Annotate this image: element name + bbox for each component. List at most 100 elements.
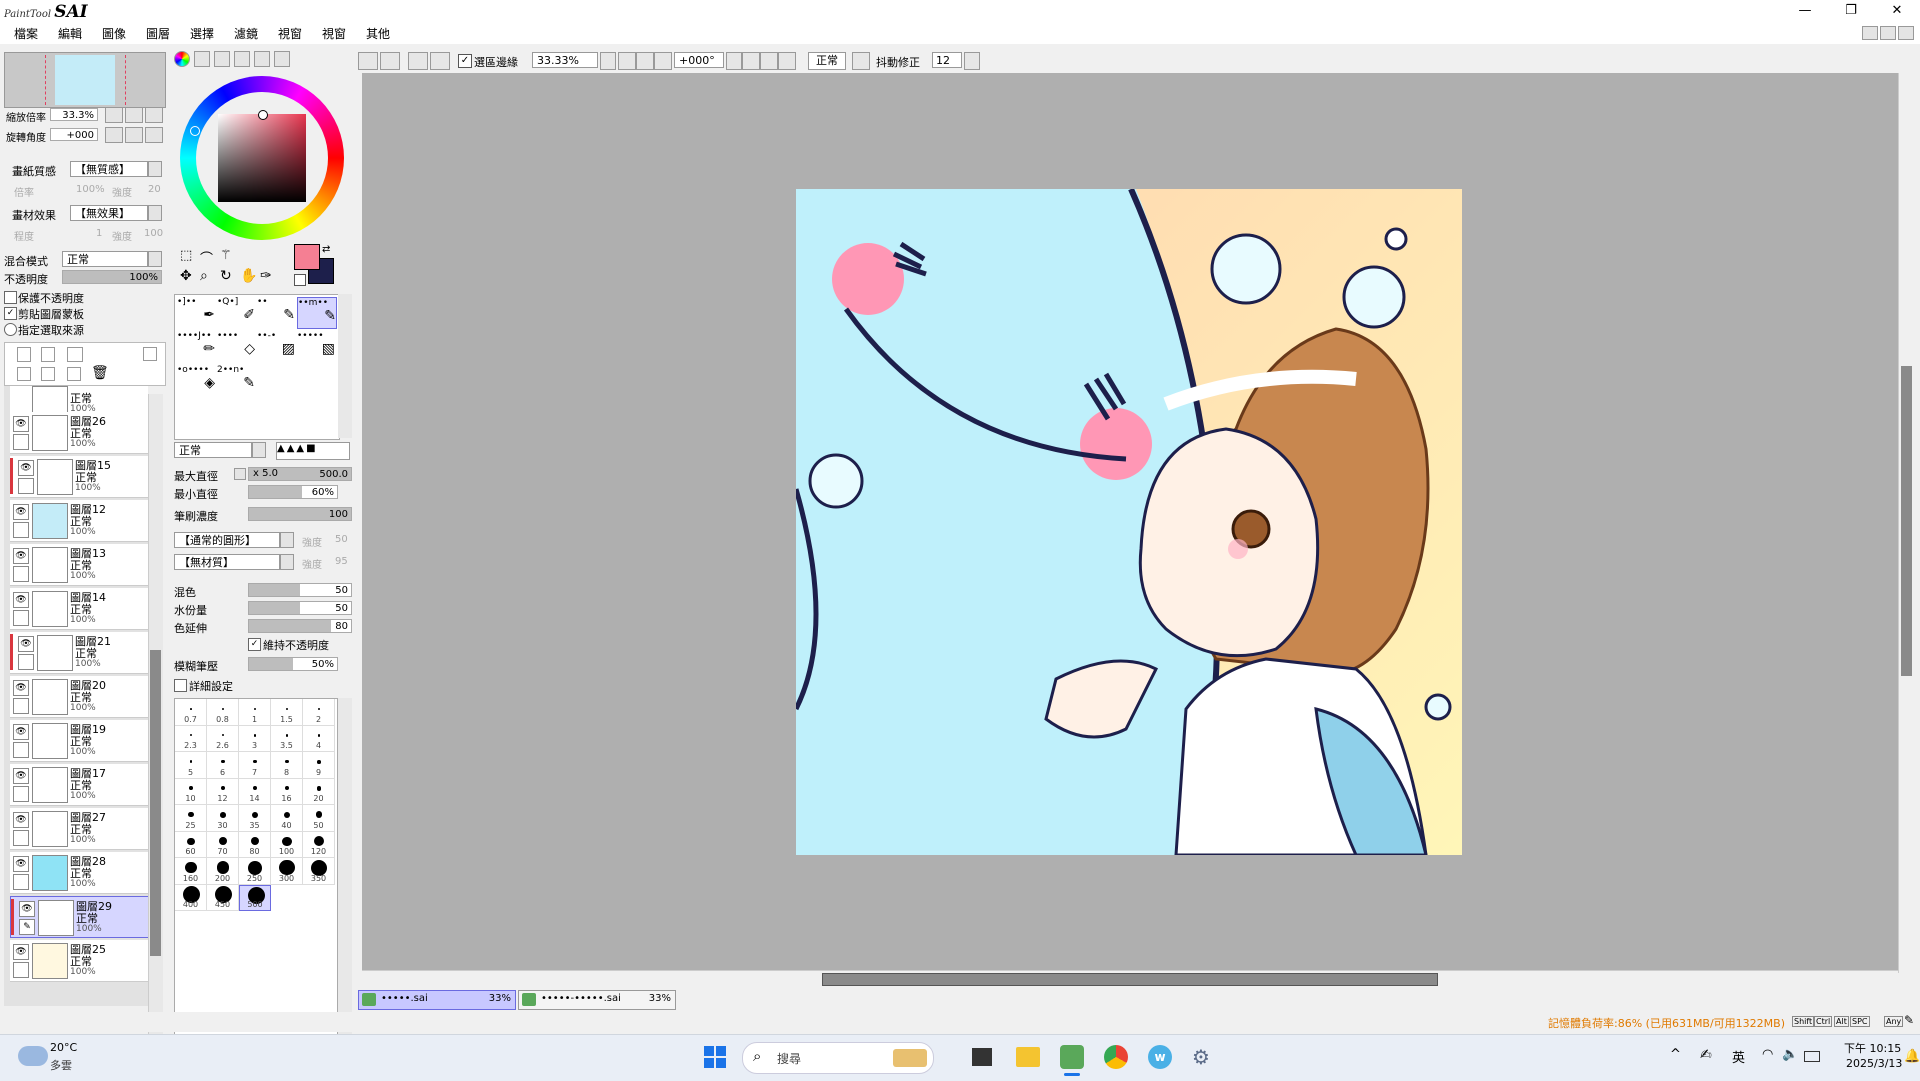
mdi-restore-button[interactable] (1880, 26, 1896, 40)
eyedropper-icon[interactable]: ✑ (260, 268, 272, 284)
nav-zoom-in-button[interactable] (125, 107, 143, 123)
magic-wand-icon[interactable]: ⚚ (220, 248, 232, 263)
menu-layer[interactable]: 圖層 (146, 25, 170, 42)
sv-square[interactable] (218, 114, 306, 202)
tool-select-eraser[interactable]: ••••• ▧ (297, 331, 335, 361)
eye-icon[interactable]: 👁 (13, 504, 29, 520)
rotation-select[interactable]: +000° (674, 52, 724, 68)
doc-tab-active[interactable]: •••••.sai 33% (358, 990, 516, 1010)
brush-size-8[interactable]: 8 (271, 752, 303, 779)
zoom-out-button[interactable] (618, 52, 636, 70)
deselect-button[interactable] (408, 52, 428, 70)
brush-size-1.5[interactable]: 1.5 (271, 699, 303, 726)
weather-temp[interactable]: 20°C (50, 1041, 77, 1054)
brush-size-450[interactable]: 450 (207, 884, 239, 911)
layer-row-12-selected[interactable]: 👁 ✎ 圖層29 正常 100% (10, 896, 148, 938)
canvas-horizontal-scrollbar[interactable] (362, 970, 1898, 987)
brush-size-16[interactable]: 16 (271, 778, 303, 805)
brush-size-scrollbar[interactable] (338, 698, 352, 1058)
brush-size-120[interactable]: 120 (303, 831, 335, 858)
new-linework-layer-button[interactable] (41, 347, 55, 362)
swatches-mode-icon[interactable] (254, 51, 270, 67)
blur-pressure-slider[interactable]: 50% (248, 657, 338, 671)
hand-tool-icon[interactable]: ✋ (240, 268, 257, 284)
tool-binary-pen[interactable]: 2••n• ✎ (217, 365, 255, 395)
clip-group-checkbox[interactable]: ✓ (4, 307, 17, 320)
menu-image[interactable]: 圖像 (102, 25, 126, 42)
brush-size-250[interactable]: 250 (239, 858, 271, 885)
brush-size-80[interactable]: 80 (239, 831, 271, 858)
brush-edge-hardness[interactable]: ▲▲▲■ (276, 442, 350, 460)
new-folder-button[interactable] (67, 347, 83, 362)
layer-list-scrollbar[interactable] (148, 394, 163, 1038)
mdi-minimize-button[interactable] (1862, 26, 1878, 40)
layer-select-checkbox[interactable] (13, 830, 29, 846)
tray-expand-icon[interactable]: ^ (1670, 1047, 1681, 1062)
rect-select-icon[interactable]: ⬚ (180, 248, 192, 263)
lasso-select-icon[interactable]: ⌒ (200, 248, 213, 267)
rotate-reset-button[interactable] (778, 52, 796, 70)
canvas-horizontal-scroll-thumb[interactable] (822, 973, 1438, 986)
doc-tab-2[interactable]: •••••-•••••.sai 33% (518, 990, 676, 1010)
delete-layer-icon[interactable]: 🗑 (91, 365, 109, 381)
mdi-close-button[interactable] (1898, 26, 1914, 40)
battery-icon[interactable] (1804, 1051, 1820, 1062)
eye-icon[interactable]: 👁 (19, 901, 35, 917)
volume-icon[interactable]: 🔈 (1782, 1047, 1798, 1062)
clear-layer-button[interactable] (67, 367, 81, 381)
tool-select-pen[interactable]: ••-• ▨ (257, 331, 295, 361)
tool-watercolor-selected[interactable]: ••m•• ✎ (297, 297, 337, 329)
zoom-dropdown-icon[interactable] (600, 52, 616, 70)
brush-mode-select[interactable]: 正常 (174, 442, 252, 458)
layer-select-checkbox[interactable] (13, 566, 29, 582)
brush-size-0.8[interactable]: 0.8 (207, 699, 239, 726)
min-size-slider[interactable]: 60% (248, 485, 338, 499)
brush-size-70[interactable]: 70 (207, 831, 239, 858)
nav-rotate-reset-button[interactable] (145, 127, 163, 143)
paper-effect-dropdown-icon[interactable] (148, 205, 162, 221)
tool-grid-scrollbar[interactable] (338, 294, 352, 438)
tool-airbrush[interactable]: •Q•] ✐ (217, 297, 255, 327)
zoom-tool-icon[interactable]: ⌕ (200, 268, 208, 284)
rotate-left-button[interactable] (742, 52, 760, 70)
keep-opacity-checkbox[interactable]: ✓ (248, 638, 261, 651)
layer-select-checkbox[interactable] (13, 698, 29, 714)
copy-layer-button[interactable] (41, 367, 55, 381)
move-tool-icon[interactable]: ✥ (180, 268, 192, 284)
brush-size-2.6[interactable]: 2.6 (207, 725, 239, 752)
layer-select-checkbox[interactable] (18, 478, 34, 494)
sv-cursor[interactable] (258, 110, 268, 120)
paper-texture-select[interactable]: 【無質感】 (70, 161, 148, 177)
layer-select-checkbox[interactable] (13, 522, 29, 538)
layer-list-scroll-thumb[interactable] (150, 650, 161, 956)
protect-opacity-checkbox[interactable] (4, 291, 17, 304)
brush-size-6[interactable]: 6 (207, 752, 239, 779)
hsv-slider-mode-icon[interactable] (214, 51, 230, 67)
wifi-icon[interactable]: ◠ (1762, 1047, 1773, 1062)
rotate-right-button[interactable] (760, 52, 778, 70)
weather-desc[interactable]: 多雲 (50, 1057, 72, 1073)
eye-icon[interactable]: 👁 (13, 724, 29, 740)
menu-view[interactable]: 視窗 (278, 25, 302, 42)
density-slider[interactable]: 100 (248, 507, 352, 521)
layer-select-checkbox[interactable] (13, 434, 29, 450)
eye-icon[interactable]: 👁 (13, 944, 29, 960)
blend-slider[interactable]: 50 (248, 583, 352, 597)
layer-row-11[interactable]: 👁 圖層28 正常 100% (10, 852, 148, 894)
rotate-tool-icon[interactable]: ↻ (220, 268, 232, 284)
layer-panel-menu-button[interactable] (143, 347, 157, 361)
settings-gear-icon[interactable]: ⚙ (1192, 1045, 1216, 1069)
brush-size-100[interactable]: 100 (271, 831, 303, 858)
rotation-dropdown-icon[interactable] (726, 52, 742, 70)
color-wheel[interactable] (180, 76, 344, 240)
tool-brush[interactable]: •• ✎ (257, 297, 295, 327)
merge-down-button[interactable] (17, 367, 31, 381)
brush-size-4[interactable]: 4 (303, 725, 335, 752)
layer-select-checkbox[interactable] (13, 874, 29, 890)
brush-size-350[interactable]: 350 (303, 858, 335, 885)
layer-opacity-slider[interactable]: 100% (62, 270, 162, 284)
layer-row-2[interactable]: 👁 圖層15 正常 100% (10, 456, 148, 498)
brush-size-60[interactable]: 60 (175, 831, 207, 858)
layer-select-checkbox[interactable] (13, 610, 29, 626)
hue-cursor[interactable] (190, 126, 200, 136)
